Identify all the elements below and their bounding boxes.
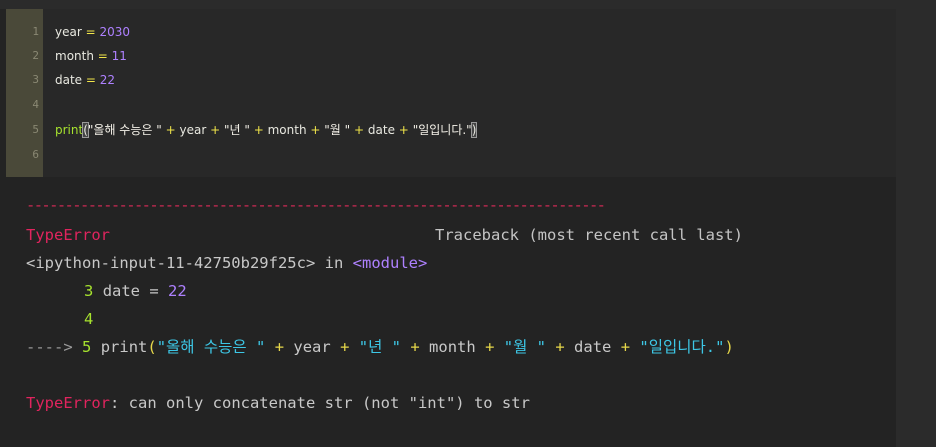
close-paren: ) <box>470 122 478 138</box>
number-literal: 22 <box>168 282 187 300</box>
line-number: 1 <box>32 25 39 38</box>
string-literal: "올해 수능은 " <box>87 123 162 137</box>
operator: = <box>97 49 108 63</box>
variable-name: date <box>55 73 83 87</box>
operator: + <box>340 338 350 356</box>
open-paren: ( <box>147 338 157 356</box>
line-number: 2 <box>32 49 39 62</box>
notebook-page: 1 2 3 4 5 6 year = 2030 month = 11 date … <box>0 0 936 447</box>
string-literal: "일입니다." <box>639 338 725 356</box>
code-line-2[interactable]: month = 11 <box>55 48 127 64</box>
line-number: 5 <box>82 338 92 356</box>
variable-name: date <box>102 282 141 300</box>
string-literal: "년 " <box>358 338 402 356</box>
error-message: : can only concatenate str (not "int") t… <box>110 394 530 412</box>
operator: + <box>274 338 285 356</box>
string-literal: "올해 수능은 " <box>156 338 266 356</box>
variable-name: year <box>179 123 207 137</box>
traceback-code-line-3: 3 date = 22 <box>84 281 187 301</box>
number-literal: 11 <box>111 49 127 63</box>
operator: = <box>85 73 96 87</box>
number-literal: 22 <box>99 73 116 87</box>
code-line-3[interactable]: date = 22 <box>55 72 115 88</box>
variable-name: year <box>55 25 82 39</box>
traceback-location: <ipython-input-11-42750b29f25c> in <modu… <box>26 253 427 273</box>
number-literal: 2030 <box>99 25 131 39</box>
operator: = <box>149 282 159 300</box>
operator: + <box>398 123 409 137</box>
print-function: print <box>55 123 84 137</box>
traceback-separator: ----------------------------------------… <box>26 196 606 214</box>
operator: + <box>620 338 631 356</box>
operator: + <box>354 123 365 137</box>
module-name: <module> <box>352 254 428 272</box>
in-keyword: in <box>324 254 344 272</box>
traceback-code-line-4: 4 <box>84 309 93 329</box>
string-literal: "월 " <box>503 338 547 356</box>
operator: + <box>210 123 221 137</box>
line-number: 5 <box>32 123 39 136</box>
string-literal: "일입니다." <box>412 123 472 137</box>
variable-name: date <box>367 123 395 137</box>
scrollbar-track[interactable] <box>896 0 936 447</box>
code-cell[interactable]: 1 2 3 4 5 6 year = 2030 month = 11 date … <box>0 0 896 178</box>
variable-name: month <box>429 338 476 356</box>
code-line-5[interactable]: print("올해 수능은 " + year + "년 " + month + … <box>55 122 478 138</box>
print-function: print <box>100 338 148 356</box>
line-number: 4 <box>84 310 94 328</box>
traceback-error-line: ----> 5 print("올해 수능은 " + year + "년 " + … <box>26 337 734 357</box>
traceback-header-line: TypeError <box>26 225 110 245</box>
string-literal: "년 " <box>223 123 250 137</box>
error-arrow: ----> <box>26 338 73 356</box>
error-type: TypeError <box>26 394 110 412</box>
error-type: TypeError <box>26 226 110 244</box>
operator: + <box>555 338 565 356</box>
line-number: 3 <box>84 282 94 300</box>
string-literal: "월 " <box>324 123 351 137</box>
code-line-1[interactable]: year = 2030 <box>55 24 130 40</box>
variable-name: year <box>293 338 331 356</box>
cell-top-bar <box>0 0 896 9</box>
error-message-line: TypeError: can only concatenate str (not… <box>26 393 530 413</box>
operator: = <box>85 25 96 39</box>
variable-name: month <box>267 123 307 137</box>
operator: + <box>253 123 264 137</box>
operator: + <box>485 338 495 356</box>
line-number: 4 <box>32 98 39 111</box>
line-number-gutter: 1 2 3 4 5 6 <box>6 9 43 177</box>
line-number: 6 <box>32 148 39 161</box>
operator: + <box>410 338 420 356</box>
traceback-header: Traceback (most recent call last) <box>435 226 743 244</box>
cell-output: ----------------------------------------… <box>0 178 896 447</box>
line-number: 3 <box>32 73 39 86</box>
close-paren: ) <box>724 338 734 356</box>
variable-name: date <box>574 338 612 356</box>
variable-name: month <box>55 49 94 63</box>
operator: + <box>165 123 176 137</box>
operator: + <box>310 123 321 137</box>
input-reference: <ipython-input-11-42750b29f25c> <box>26 254 316 272</box>
code-editor[interactable]: 1 2 3 4 5 6 year = 2030 month = 11 date … <box>6 9 896 177</box>
